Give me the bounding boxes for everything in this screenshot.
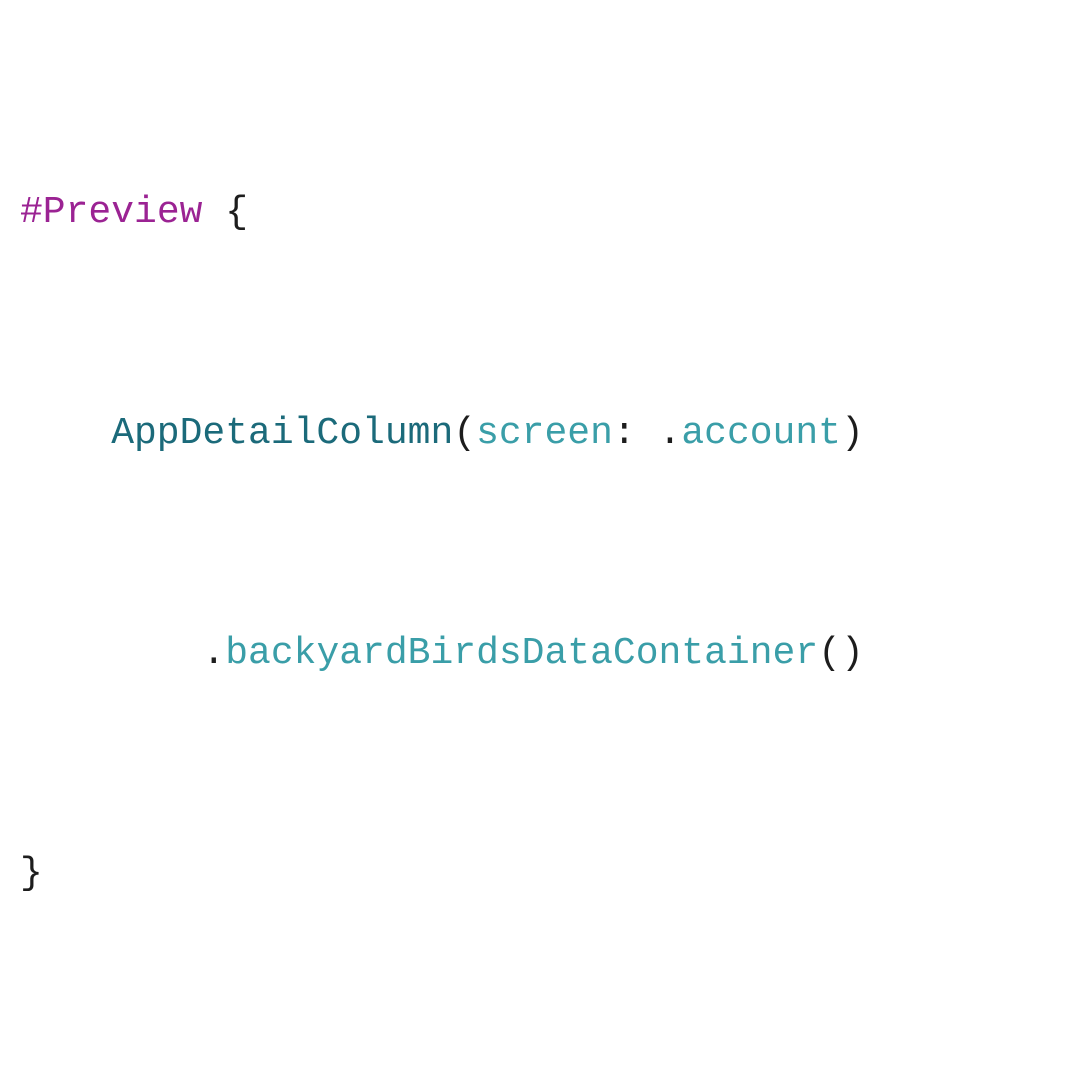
paren-open: ( bbox=[453, 412, 476, 455]
paren-close: ) bbox=[841, 632, 864, 675]
dot: . bbox=[659, 412, 682, 455]
type-appdetailcolumn: AppDetailColumn bbox=[111, 412, 453, 455]
paren-open: ( bbox=[818, 632, 841, 675]
dot: . bbox=[202, 632, 225, 675]
macro-preview: #Preview bbox=[20, 191, 202, 234]
brace-open: { bbox=[225, 191, 248, 234]
code-blank-line[interactable] bbox=[20, 1067, 1052, 1080]
modifier-backyardbirdsdatacontainer: backyardBirdsDataContainer bbox=[225, 632, 818, 675]
space bbox=[636, 412, 659, 455]
colon: : bbox=[613, 412, 636, 455]
code-line[interactable]: .backyardBirdsDataContainer() bbox=[20, 626, 1052, 681]
code-editor[interactable]: #Preview { AppDetailColumn(screen: .acco… bbox=[20, 20, 1052, 1080]
brace-close: } bbox=[20, 852, 43, 895]
code-line[interactable]: } bbox=[20, 846, 1052, 901]
paren-close: ) bbox=[841, 412, 864, 455]
space bbox=[202, 191, 225, 234]
code-line[interactable]: AppDetailColumn(screen: .account) bbox=[20, 406, 1052, 461]
code-line[interactable]: #Preview { bbox=[20, 185, 1052, 240]
param-label-screen: screen bbox=[476, 412, 613, 455]
enum-case-account: account bbox=[681, 412, 841, 455]
